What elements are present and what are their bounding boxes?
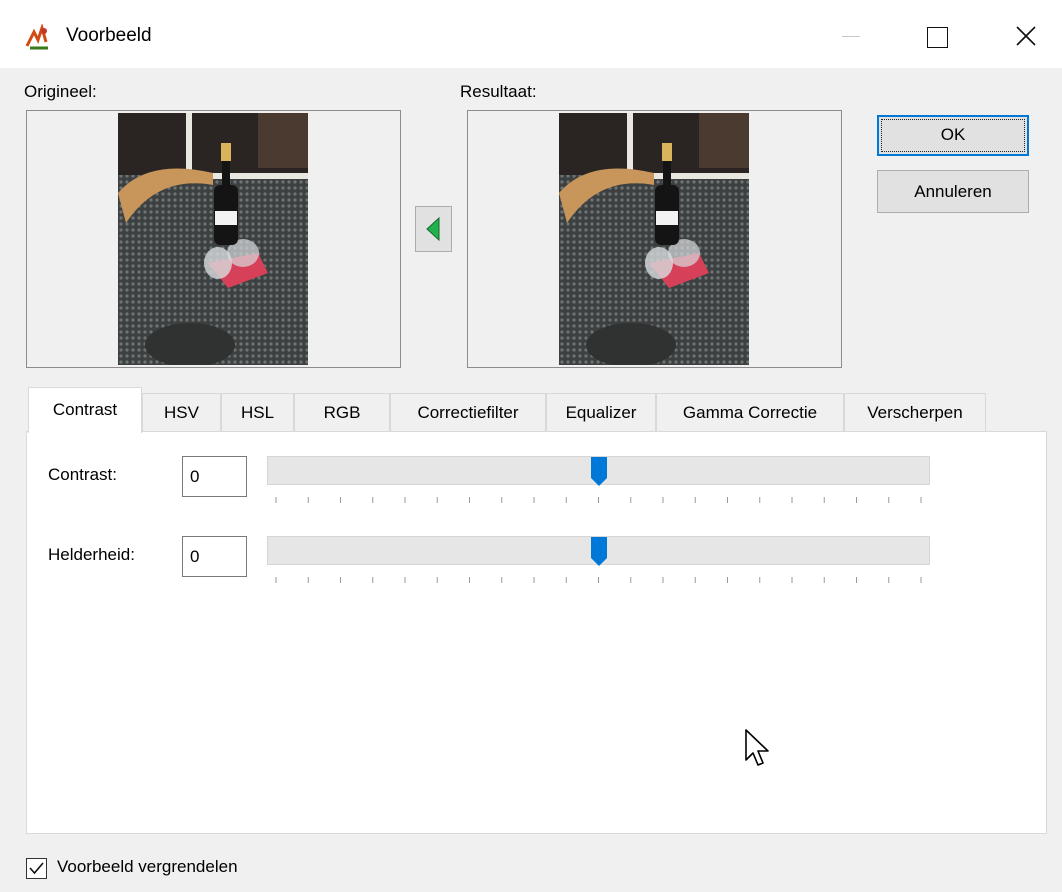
tab-label: HSV	[164, 403, 199, 422]
contrast-slider-ticks	[275, 497, 922, 503]
app-icon	[25, 24, 48, 50]
contrast-slider[interactable]	[267, 456, 930, 487]
contrast-label: Contrast:	[48, 465, 117, 484]
result-label: Resultaat:	[460, 82, 537, 101]
arrow-left-icon	[426, 216, 440, 242]
tab-label: RGB	[323, 403, 361, 422]
brightness-slider-thumb[interactable]	[590, 536, 608, 567]
tab-label: Equalizer	[565, 403, 637, 422]
tab-label: Verscherpen	[867, 403, 963, 422]
tab-hsl[interactable]: HSL	[221, 393, 294, 431]
close-icon	[1016, 26, 1036, 46]
close-button[interactable]	[998, 14, 1054, 58]
ok-button[interactable]: OK	[877, 115, 1029, 156]
contrast-input[interactable]: 0	[182, 456, 247, 497]
tab-equalizer[interactable]: Equalizer	[546, 393, 656, 431]
original-photo	[118, 113, 308, 365]
tab-rgb[interactable]: RGB	[294, 393, 390, 431]
window-title: Voorbeeld	[66, 25, 152, 46]
brightness-input[interactable]: 0	[182, 536, 247, 577]
tab-label: Correctiefilter	[417, 403, 519, 422]
checkmark-icon	[29, 862, 44, 875]
focus-rectangle	[881, 119, 1025, 152]
original-preview	[26, 110, 401, 368]
tab-label: Contrast	[52, 400, 118, 419]
brightness-slider-ticks	[275, 577, 922, 583]
mouse-cursor-icon	[745, 729, 769, 766]
lock-preview-checkbox[interactable]	[26, 858, 47, 879]
brightness-label: Helderheid:	[48, 545, 135, 564]
maximize-button[interactable]	[910, 14, 966, 58]
tab-label: Gamma Correctie	[682, 403, 818, 422]
cancel-button-label: Annuleren	[914, 182, 992, 201]
result-photo	[559, 113, 749, 365]
minimize-button[interactable]	[822, 14, 878, 58]
cancel-button[interactable]: Annuleren	[877, 170, 1029, 213]
copy-result-button[interactable]	[415, 206, 452, 252]
original-label: Origineel:	[24, 82, 97, 101]
tab-contrast[interactable]: Contrast	[28, 387, 142, 433]
tab-gamma-correctie[interactable]: Gamma Correctie	[656, 393, 844, 431]
title-bar: Voorbeeld	[0, 0, 1062, 68]
tab-verscherpen[interactable]: Verscherpen	[844, 393, 986, 431]
tab-hsv[interactable]: HSV	[142, 393, 221, 431]
tab-label: HSL	[240, 403, 275, 422]
contrast-slider-thumb[interactable]	[590, 456, 608, 487]
tab-panel-contrast: Contrast: 0 Helderheid: 0	[26, 431, 1047, 834]
result-preview	[467, 110, 842, 368]
tab-correctiefilter[interactable]: Correctiefilter	[390, 393, 546, 431]
brightness-slider[interactable]	[267, 536, 930, 567]
lock-preview-label: Voorbeeld vergrendelen	[57, 857, 238, 876]
